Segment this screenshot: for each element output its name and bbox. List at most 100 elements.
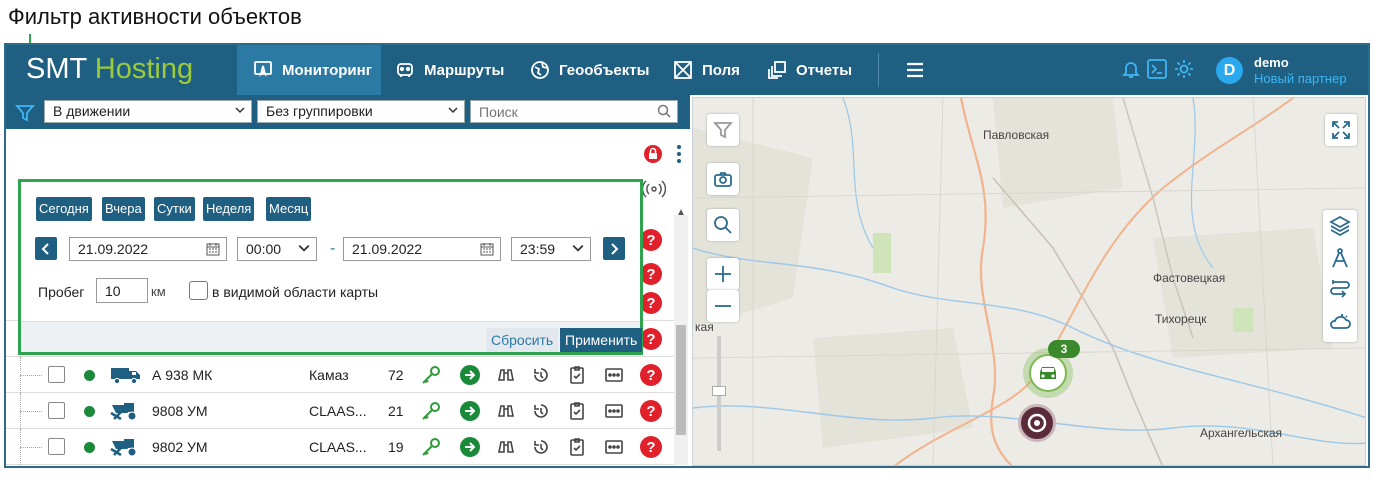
visible-area-checkbox[interactable] [189,281,208,300]
question-icon[interactable]: ? [640,364,662,386]
nav-tab-routes[interactable]: Маршруты [394,45,504,95]
task-icon[interactable] [566,364,588,386]
scrollbar-thumb[interactable] [676,325,686,435]
question-icon[interactable]: ? [640,400,662,422]
moving-arrow-icon[interactable] [459,436,481,458]
map-view[interactable]: Павловская Фастовецкая Тихорецк Архангел… [692,97,1366,466]
nav-tab-monitoring[interactable]: Мониторинг [237,45,381,95]
question-icon[interactable]: ? [640,328,662,350]
user-name[interactable]: demo [1254,55,1289,70]
truck-icon [110,365,142,385]
task-icon[interactable] [566,400,588,422]
zoom-slider-handle[interactable] [712,386,726,396]
table-row[interactable]: 9802 УМ CLAAS... 19? [6,429,674,465]
binoculars-icon[interactable] [495,436,517,458]
next-period-button[interactable] [603,237,625,260]
question-icon[interactable]: ? [640,229,662,251]
mileage-unit: км [151,284,166,299]
status-select[interactable]: В движении [44,100,252,123]
vehicle-model: CLAAS... [309,403,367,419]
more-options-icon[interactable] [603,436,625,458]
screenshot-button[interactable] [707,163,739,195]
period-week-button[interactable]: Неделя [203,197,255,221]
binoculars-icon[interactable] [495,364,517,386]
target-marker[interactable] [1018,404,1056,442]
moving-arrow-icon[interactable] [459,400,481,422]
period-day-button[interactable]: Сутки [154,197,195,221]
period-today-button[interactable]: Сегодня [36,197,92,221]
visible-area-label[interactable]: в видимой области карты [212,284,378,300]
vehicle-speed: 72 [388,367,404,383]
ignition-key-icon[interactable] [420,400,442,422]
app-logo[interactable]: SMT Hosting [26,53,193,86]
mileage-input[interactable]: 10 [96,278,148,303]
ignition-key-icon[interactable] [420,364,442,386]
row-checkbox[interactable] [48,438,65,455]
map-search-button[interactable] [707,209,739,241]
bell-icon[interactable] [1120,58,1144,82]
date-to-field[interactable]: 21.09.2022 [343,237,501,261]
nav-tab-reports[interactable]: Отчеты [766,45,852,95]
logo-accent: Hosting [94,53,194,85]
search-input[interactable] [470,100,678,123]
question-icon[interactable]: ? [640,436,662,458]
menu-icon [904,59,926,81]
row-checkbox[interactable] [48,366,65,383]
map-label-fastovetskaya: Фастовецкая [1153,271,1226,285]
more-options-icon[interactable] [603,364,625,386]
layers-icon[interactable] [1328,214,1352,238]
reset-button[interactable]: Сбросить [486,328,559,352]
avatar[interactable]: D [1216,57,1243,84]
hamburger-menu-button[interactable] [904,45,934,95]
nav-tab-geoobjects[interactable]: Геообъекты [529,45,649,95]
more-vertical-icon[interactable] [676,143,682,165]
history-icon[interactable] [530,364,552,386]
question-icon[interactable]: ? [640,263,662,285]
globe-icon [529,59,551,81]
signal-icon[interactable] [641,177,667,201]
nav-tab-label: Маршруты [424,61,505,79]
gear-icon[interactable] [1173,58,1197,82]
zoom-out-button[interactable] [707,290,739,322]
calendar-icon [206,243,220,256]
nav-tab-fields[interactable]: Поля [672,45,740,95]
time-from-select[interactable]: 00:00 [237,237,317,261]
question-icon[interactable]: ? [640,292,662,314]
compass-icon[interactable] [1328,246,1352,270]
nav-separator [878,53,879,87]
more-options-icon[interactable] [603,400,625,422]
vehicle-plate[interactable]: 9808 УМ [152,403,208,419]
filter-icon [15,105,35,122]
period-yesterday-button[interactable]: Вчера [102,197,145,221]
prev-period-button[interactable] [35,237,57,260]
history-icon[interactable] [530,436,552,458]
time-to-select[interactable]: 23:59 [511,237,591,261]
vehicle-plate[interactable]: 9802 УМ [152,439,208,455]
terminal-icon[interactable] [1146,58,1170,82]
activity-filter-button[interactable] [12,100,38,126]
route-icon[interactable] [1328,278,1352,302]
lock-icon[interactable] [644,145,662,163]
activity-filter-popup: Сегодня Вчера Сутки Неделя Месяц 21.09.2… [18,179,643,355]
binoculars-icon[interactable] [495,400,517,422]
history-icon[interactable] [530,400,552,422]
chevron-down-icon [448,107,458,114]
date-from-field[interactable]: 21.09.2022 [69,237,227,261]
ignition-key-icon[interactable] [420,436,442,458]
user-role[interactable]: Новый партнер [1254,71,1347,86]
grouping-select[interactable]: Без группировки [257,100,465,123]
apply-button[interactable]: Применить [560,328,643,352]
vehicle-plate[interactable]: А 938 МК [152,367,212,383]
map-filter-button[interactable] [707,114,739,146]
moving-arrow-icon[interactable] [459,364,481,386]
weather-icon[interactable] [1328,310,1352,334]
fullscreen-button[interactable] [1325,114,1357,146]
task-icon[interactable] [566,436,588,458]
vehicle-speed: 21 [388,403,404,419]
table-row[interactable]: 9808 УМ CLAAS... 21? [6,393,674,429]
row-checkbox[interactable] [48,402,65,419]
zoom-in-button[interactable] [707,258,739,290]
table-row[interactable]: А 938 МК Камаз 72? [6,357,674,393]
period-month-button[interactable]: Месяц [266,197,312,221]
minus-icon [715,305,731,307]
